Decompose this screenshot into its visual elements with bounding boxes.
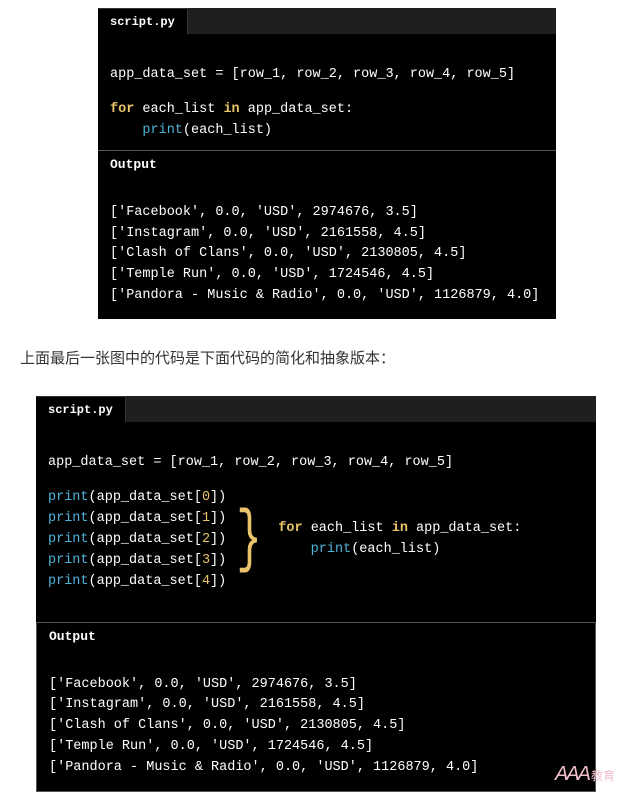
output-line: ['Instagram', 0.0, 'USD', 2161558, 4.5] xyxy=(110,226,426,241)
index-literal: 1 xyxy=(202,511,210,526)
loop-equivalent: for each_list in app_data_set: print(eac… xyxy=(278,519,521,561)
code-line-assign: app_data_set = [row_1, row_2, row_3, row… xyxy=(110,65,544,86)
output-line: ['Pandora - Music & Radio', 0.0, 'USD', … xyxy=(110,288,539,303)
index-literal: 2 xyxy=(202,532,210,547)
tab-script[interactable]: script.py xyxy=(98,8,188,34)
code-text: ]) xyxy=(210,574,226,589)
code-area-1: app_data_set = [row_1, row_2, row_3, row… xyxy=(98,34,556,150)
print-arg: (each_list) xyxy=(183,123,272,138)
loop-var: each_list xyxy=(142,102,215,117)
output-line: ['Pandora - Music & Radio', 0.0, 'USD', … xyxy=(49,760,478,775)
output-line: ['Facebook', 0.0, 'USD', 2974676, 3.5] xyxy=(110,205,418,220)
code-block-2: script.py app_data_set = [row_1, row_2, … xyxy=(36,396,596,792)
fn-print: print xyxy=(311,542,352,557)
code-area-2: app_data_set = [row_1, row_2, row_3, row… xyxy=(36,422,596,621)
fn-print: print xyxy=(48,574,89,589)
tab-script-2[interactable]: script.py xyxy=(36,396,126,422)
keyword-in: in xyxy=(392,521,408,536)
output-header-2: Output xyxy=(36,622,596,648)
fn-print: print xyxy=(48,511,89,526)
output-line: ['Clash of Clans', 0.0, 'USD', 2130805, … xyxy=(49,718,405,733)
tab-bar-2: script.py xyxy=(36,396,596,422)
code-block-1: script.py app_data_set = [row_1, row_2, … xyxy=(98,8,556,319)
code-text: ]) xyxy=(210,553,226,568)
loop-iterable: app_data_set: xyxy=(248,102,353,117)
loop-iterable: app_data_set: xyxy=(416,521,521,536)
brace-icon: } xyxy=(237,511,262,571)
keyword-for: for xyxy=(278,521,302,536)
code-text: (app_data_set[ xyxy=(89,490,202,505)
output-line: ['Facebook', 0.0, 'USD', 2974676, 3.5] xyxy=(49,677,357,692)
index-literal: 0 xyxy=(202,490,210,505)
code-text: (app_data_set[ xyxy=(89,532,202,547)
output-body-1: ['Facebook', 0.0, 'USD', 2974676, 3.5] [… xyxy=(98,176,556,320)
index-literal: 3 xyxy=(202,553,210,568)
code-text: ]) xyxy=(210,511,226,526)
loop-var: each_list xyxy=(311,521,384,536)
code-text: (app_data_set[ xyxy=(89,574,202,589)
code-text: (app_data_set[ xyxy=(89,511,202,526)
output-body-2: ['Facebook', 0.0, 'USD', 2974676, 3.5] [… xyxy=(36,648,596,792)
keyword-for: for xyxy=(110,102,134,117)
output-line: ['Temple Run', 0.0, 'USD', 1724546, 4.5] xyxy=(49,739,373,754)
code-text: ]) xyxy=(210,490,226,505)
fn-print: print xyxy=(142,123,183,138)
fn-print: print xyxy=(48,532,89,547)
tab-bar: script.py xyxy=(98,8,556,34)
fn-print: print xyxy=(48,553,89,568)
print-arg: (each_list) xyxy=(351,542,440,557)
code-line-assign-2: app_data_set = [row_1, row_2, row_3, row… xyxy=(48,453,584,474)
expanded-prints: print(app_data_set[0])print(app_data_set… xyxy=(48,488,226,593)
fn-print: print xyxy=(48,490,89,505)
output-line: ['Clash of Clans', 0.0, 'USD', 2130805, … xyxy=(110,246,466,261)
output-header-1: Output xyxy=(98,150,556,176)
output-line: ['Instagram', 0.0, 'USD', 2161558, 4.5] xyxy=(49,697,365,712)
keyword-in: in xyxy=(223,102,239,117)
code-text: ]) xyxy=(210,532,226,547)
output-line: ['Temple Run', 0.0, 'USD', 1724546, 4.5] xyxy=(110,267,434,282)
code-text: (app_data_set[ xyxy=(89,553,202,568)
paragraph-text: 上面最后一张图中的代码是下面代码的简化和抽象版本： xyxy=(20,347,625,368)
index-literal: 4 xyxy=(202,574,210,589)
